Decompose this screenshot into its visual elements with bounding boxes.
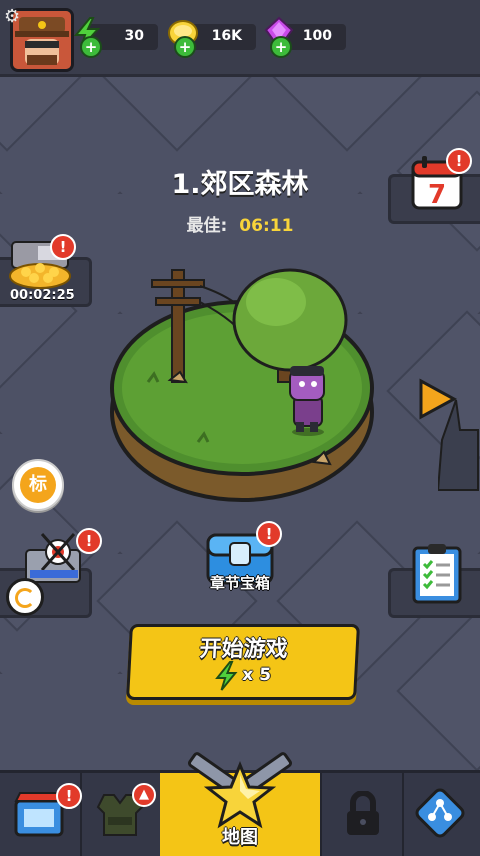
best-time-label: 最佳: — [186, 216, 228, 236]
map-label: 地图 — [222, 827, 258, 848]
tag-button[interactable]: 标 — [12, 459, 64, 511]
lock-icon — [347, 791, 379, 835]
nav-locked[interactable] — [320, 773, 404, 856]
start-game-button[interactable]: 开始游戏 x 5 — [126, 624, 360, 700]
chest-alert-badge: ! — [256, 521, 282, 547]
gold-counter: + 16K — [168, 20, 256, 58]
add-energy-button[interactable]: + — [80, 36, 102, 58]
bottom-nav: ! ▲ 地图 — [0, 752, 480, 856]
next-chapter-preview — [438, 400, 479, 491]
skill-tree-icon — [415, 788, 465, 838]
nav-armory[interactable]: ▲ — [80, 773, 162, 856]
gem-counter: + 100 — [264, 16, 346, 58]
calendar-day: 7 — [428, 180, 446, 210]
speed-gauge-icon — [6, 578, 44, 616]
add-gems-button[interactable]: + — [270, 36, 292, 58]
best-time-value: 06:11 — [239, 216, 294, 236]
nav-skills[interactable] — [400, 773, 480, 856]
settings-gear-icon[interactable]: ⚙ — [4, 6, 20, 27]
top-bar: ⚙ + 30 + 16K + 100 — [0, 0, 480, 77]
add-gold-button[interactable]: + — [174, 36, 196, 58]
nav-shop[interactable]: ! — [0, 773, 82, 856]
gem-value: 100 — [302, 28, 332, 44]
chapter-chest-label: 章节宝箱 — [209, 574, 270, 592]
energy-cost-icon — [215, 661, 238, 691]
treasure-timer: 00:02:25 — [10, 288, 75, 303]
armory-upgrade-badge: ▲ — [132, 783, 156, 807]
gold-value: 16K — [211, 28, 242, 44]
calendar-alert-badge: ! — [446, 148, 472, 174]
shop-alert-badge: ! — [56, 783, 82, 809]
checklist-icon[interactable] — [410, 542, 464, 604]
treasure-alert-badge: ! — [50, 234, 76, 260]
energy-value: 30 — [124, 28, 144, 44]
level-island[interactable] — [108, 262, 378, 512]
energy-counter: + 30 — [73, 17, 158, 58]
map-star-guns-icon — [188, 752, 292, 829]
start-game-label: 开始游戏 — [198, 637, 289, 662]
nav-map[interactable]: 地图 — [160, 752, 320, 856]
energy-cost-value: x 5 — [241, 665, 272, 685]
tag-icon: 标 — [20, 467, 56, 503]
robot-alert-badge: ! — [76, 528, 102, 554]
